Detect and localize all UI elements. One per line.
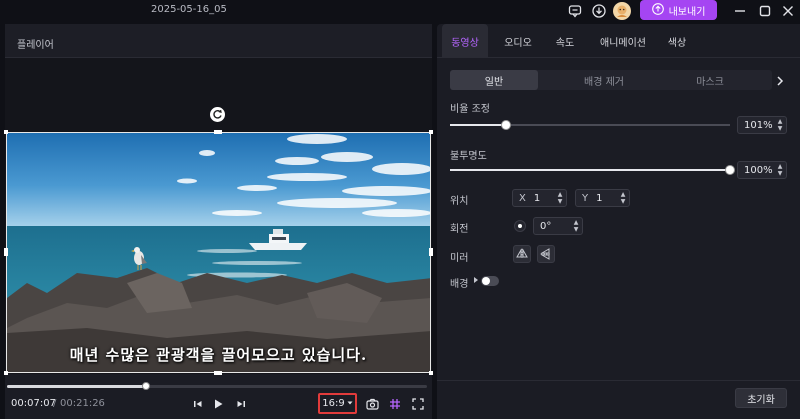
position-x-stepper-icon[interactable]: ▲ ▼	[556, 191, 564, 205]
opacity-input[interactable]: 100% ▲ ▼	[737, 161, 787, 179]
resize-handle-top[interactable]	[214, 130, 222, 134]
avatar[interactable]	[613, 2, 631, 20]
tab-color[interactable]: 색상	[659, 24, 695, 58]
position-y-axis-label: Y	[582, 192, 589, 204]
opacity-slider-knob[interactable]	[725, 165, 735, 175]
opacity-label: 불투명도	[450, 151, 487, 162]
preview-canvas[interactable]: 매년 수많은 관광객을 끌어모으고 있습니다.	[4, 58, 433, 375]
position-y-input[interactable]: Y 1 ▲ ▼	[575, 189, 630, 207]
opacity-stepper-icon[interactable]: ▲ ▼	[776, 163, 784, 177]
aspect-ratio-dropdown[interactable]: 16:9	[318, 393, 357, 414]
scale-stepper-icon[interactable]: ▲ ▼	[776, 118, 784, 132]
export-icon	[651, 2, 664, 18]
position-y-stepper-icon[interactable]: ▲ ▼	[619, 191, 627, 205]
opacity-unit: %	[763, 164, 773, 176]
resize-handle-bottom-right[interactable]	[429, 371, 433, 375]
video-image	[7, 133, 430, 372]
scale-label: 비율 조정	[450, 104, 490, 115]
resize-handle-left[interactable]	[4, 248, 8, 256]
resize-handle-top-right[interactable]	[429, 130, 433, 134]
position-label: 위치	[450, 196, 469, 207]
tab-animation[interactable]: 애니메이션	[593, 24, 653, 58]
sub-tabs: 일반 배경 제거 마스크	[450, 70, 772, 90]
mirror-label: 미러	[450, 253, 469, 264]
chevron-down-icon	[347, 398, 353, 409]
sub-tab-general[interactable]: 일반	[450, 70, 538, 90]
chevron-right-icon[interactable]	[773, 74, 787, 88]
video-frame[interactable]: 매년 수많은 관광객을 끌어모으고 있습니다.	[6, 132, 431, 373]
position-x-value: 1	[533, 192, 541, 204]
aspect-ratio-value: 16:9	[322, 398, 345, 409]
subtitle-text[interactable]: 매년 수많은 관광객을 끌어모으고 있습니다.	[7, 344, 430, 365]
position-y-value: 1	[596, 192, 603, 204]
background-label: 배경	[450, 279, 469, 290]
previous-frame-icon[interactable]	[190, 396, 206, 412]
playback-timeline[interactable]	[7, 382, 427, 390]
sub-tab-background-removal[interactable]: 배경 제거	[560, 70, 648, 90]
rotate-handle-icon[interactable]	[210, 107, 225, 122]
minimize-icon[interactable]	[731, 2, 749, 20]
tab-speed[interactable]: 속도	[547, 24, 583, 58]
project-title: 2025-05-16_05	[151, 4, 227, 15]
rotation-dial-icon[interactable]	[514, 220, 526, 232]
panel-divider	[437, 380, 800, 381]
resize-handle-bottom[interactable]	[214, 371, 222, 375]
fullscreen-icon[interactable]	[410, 396, 426, 412]
resize-handle-top-left[interactable]	[4, 130, 8, 134]
flip-vertical-icon[interactable]	[537, 245, 555, 263]
time-separator: /	[53, 398, 57, 409]
timeline-progress	[7, 385, 146, 388]
rotation-stepper-icon[interactable]: ▲ ▼	[572, 219, 580, 233]
export-label: 내보내기	[668, 6, 706, 18]
tab-video[interactable]: 동영상	[442, 24, 488, 58]
snapshot-camera-icon[interactable]	[364, 396, 380, 412]
resize-handle-bottom-left[interactable]	[4, 371, 8, 375]
caret-right-icon[interactable]	[473, 276, 479, 287]
properties-panel: 동영상 오디오 속도 애니메이션 색상 일반 배경 제거 마스크 비율 조정 1…	[437, 24, 800, 419]
grid-icon[interactable]	[387, 396, 403, 412]
position-x-input[interactable]: X 1 ▲ ▼	[512, 189, 567, 207]
export-button[interactable]: 내보내기	[640, 0, 717, 20]
player-controls: 00:07:07 / 00:21:26 16:9	[5, 393, 432, 414]
player-header: 플레이어	[5, 24, 432, 58]
opacity-slider-fill	[450, 169, 730, 171]
message-icon[interactable]	[566, 2, 584, 20]
top-bar: 2025-05-16_05 내보내기	[0, 0, 800, 22]
download-icon[interactable]	[590, 2, 608, 20]
flip-horizontal-icon[interactable]	[513, 245, 531, 263]
scale-slider-fill	[450, 124, 506, 126]
play-icon[interactable]	[210, 396, 226, 412]
scale-input[interactable]: 101% ▲ ▼	[737, 116, 787, 134]
position-x-axis-label: X	[519, 192, 526, 204]
close-icon[interactable]	[779, 2, 797, 20]
timeline-playhead[interactable]	[141, 382, 150, 390]
scale-value: 101	[744, 119, 764, 131]
resize-handle-right[interactable]	[429, 248, 433, 256]
total-time: 00:21:26	[60, 398, 105, 409]
rotation-input[interactable]: 0° ▲ ▼	[533, 217, 583, 235]
rotation-label: 회전	[450, 224, 469, 235]
opacity-value: 100	[744, 164, 764, 176]
sub-tab-mask[interactable]: 마스크	[675, 70, 745, 90]
maximize-icon[interactable]	[756, 2, 774, 20]
reset-button[interactable]: 초기화	[735, 388, 787, 408]
current-time: 00:07:07	[11, 398, 56, 409]
player-panel: 플레이어 매년 수많은 관광객을 끌어모으고 있습니다. 00:07:07 / …	[4, 24, 433, 419]
tab-audio[interactable]: 오디오	[497, 24, 539, 58]
scale-unit: %	[763, 119, 773, 131]
rotation-value: 0°	[540, 220, 552, 232]
next-frame-icon[interactable]	[233, 396, 249, 412]
property-tabs: 동영상 오디오 속도 애니메이션 색상	[437, 24, 800, 58]
background-toggle[interactable]	[481, 276, 499, 286]
scale-slider-knob[interactable]	[501, 120, 511, 130]
player-title: 플레이어	[17, 40, 54, 51]
